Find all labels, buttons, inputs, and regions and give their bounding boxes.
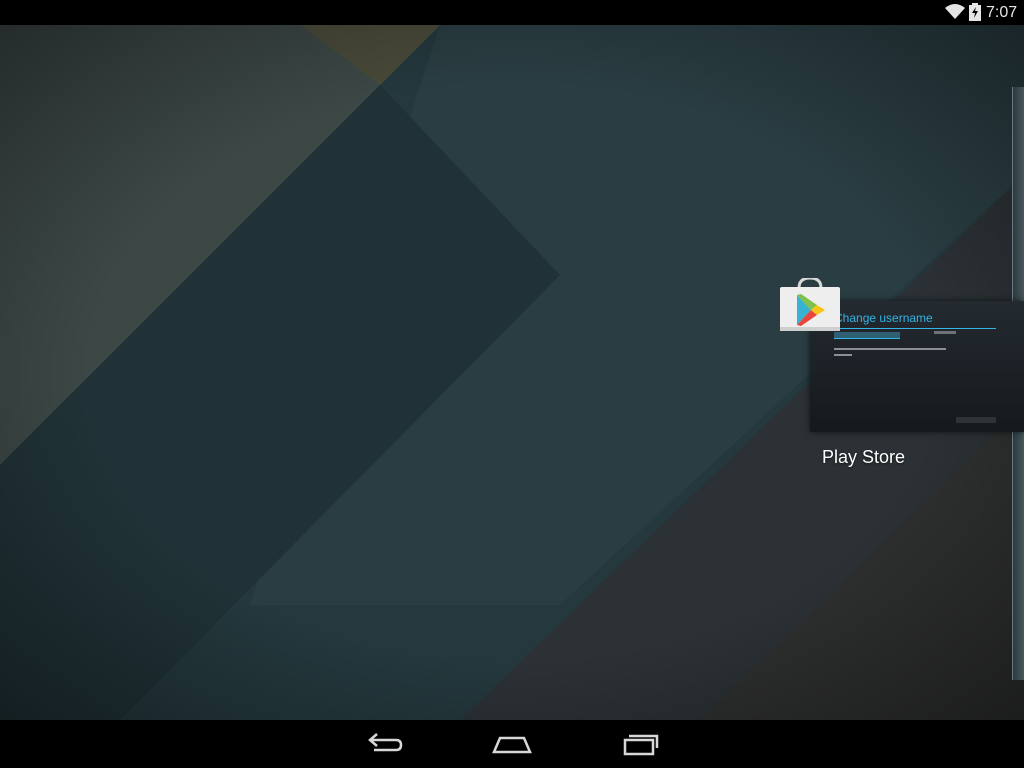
thumbnail-hint [934,331,956,334]
back-button[interactable] [358,728,410,760]
wifi-icon [944,3,966,21]
battery-charging-icon [969,3,981,21]
android-recents-screen: 7:07 Change username Play Store [0,0,1024,768]
thumbnail-divider [832,328,996,329]
status-bar: 7:07 [0,0,1024,25]
recent-app-thumbnail[interactable]: Change username [810,301,1024,432]
thumbnail-text-line [834,348,946,350]
recent-app-label: Play Store [822,447,906,467]
home-button[interactable] [486,728,538,760]
thumbnail-text-line [834,354,852,356]
navigation-bar [0,720,1024,768]
recents-button[interactable] [615,728,667,760]
status-clock: 7:07 [986,4,1018,21]
thumbnail-input [834,332,900,339]
play-store-icon[interactable] [779,276,841,332]
thumbnail-title: Change username [834,311,933,325]
thumbnail-button [956,417,996,423]
